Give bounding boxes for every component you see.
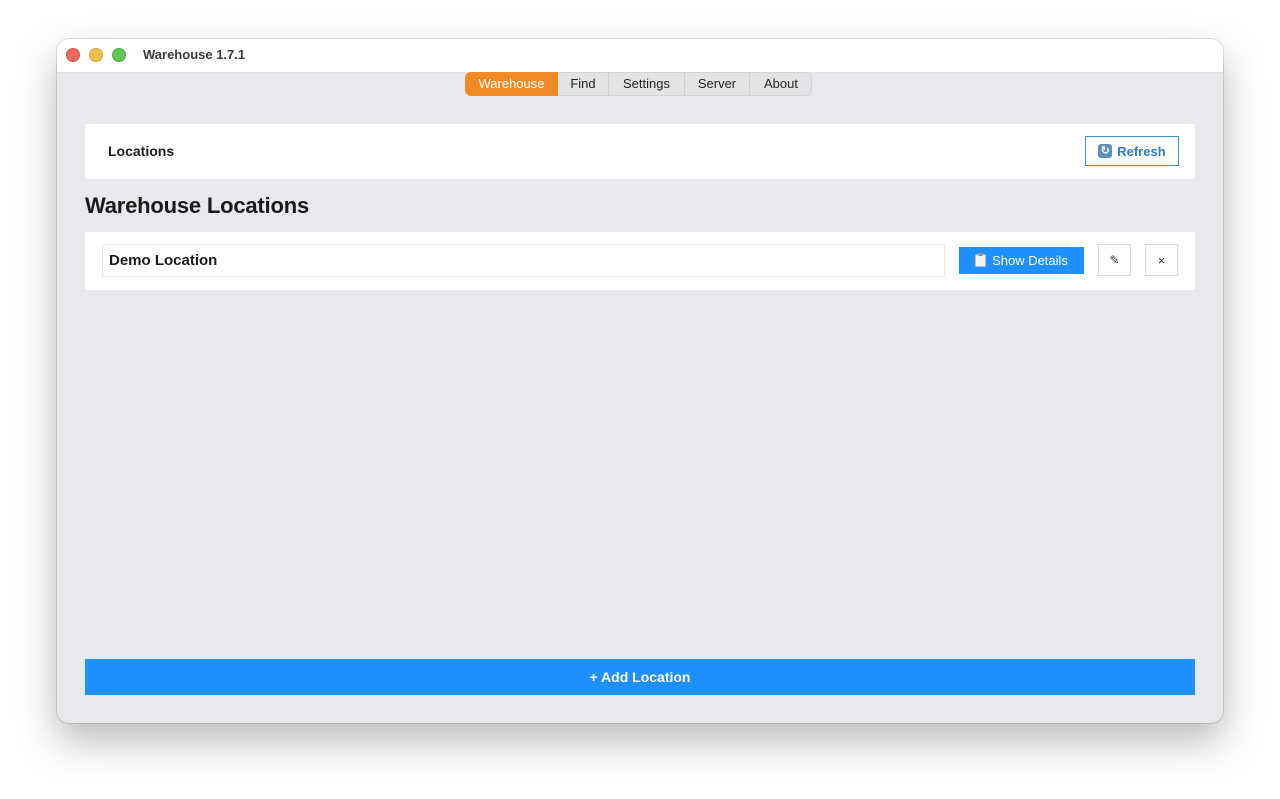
- tab-server[interactable]: Server: [685, 72, 750, 96]
- window-title: Warehouse 1.7.1: [143, 47, 246, 62]
- refresh-button-label: Refresh: [1117, 143, 1166, 159]
- locations-header-panel: Locations ↻ Refresh: [85, 124, 1195, 179]
- title-bar[interactable]: Warehouse 1.7.1: [57, 39, 1223, 73]
- delete-location-button[interactable]: ×: [1145, 244, 1178, 276]
- location-row: Demo Location Show Details ✎ ×: [85, 232, 1195, 290]
- app-window: Warehouse 1.7.1 Warehouse Find Settings …: [57, 39, 1223, 723]
- main-tab-bar: Warehouse Find Settings Server About: [465, 72, 812, 96]
- refresh-icon: ↻: [1098, 144, 1113, 158]
- tab-warehouse[interactable]: Warehouse: [465, 72, 558, 96]
- tab-find[interactable]: Find: [558, 72, 609, 96]
- close-window-button[interactable]: [66, 48, 80, 62]
- page-title: Warehouse Locations: [85, 193, 309, 218]
- show-details-button[interactable]: Show Details: [959, 247, 1084, 274]
- add-location-button[interactable]: + Add Location: [85, 659, 1195, 695]
- show-details-label: Show Details: [992, 253, 1068, 268]
- clipboard-icon: [975, 253, 987, 267]
- edit-location-button[interactable]: ✎: [1098, 244, 1131, 276]
- zoom-window-button[interactable]: [112, 48, 126, 62]
- tab-about[interactable]: About: [750, 72, 812, 96]
- header-title: Locations: [108, 143, 175, 159]
- pencil-icon: ✎: [1109, 253, 1120, 267]
- minimize-window-button[interactable]: [89, 48, 103, 62]
- close-icon: ×: [1157, 252, 1166, 268]
- refresh-button[interactable]: ↻ Refresh: [1085, 136, 1179, 166]
- tab-settings[interactable]: Settings: [609, 72, 685, 96]
- location-name-field[interactable]: Demo Location: [102, 244, 945, 277]
